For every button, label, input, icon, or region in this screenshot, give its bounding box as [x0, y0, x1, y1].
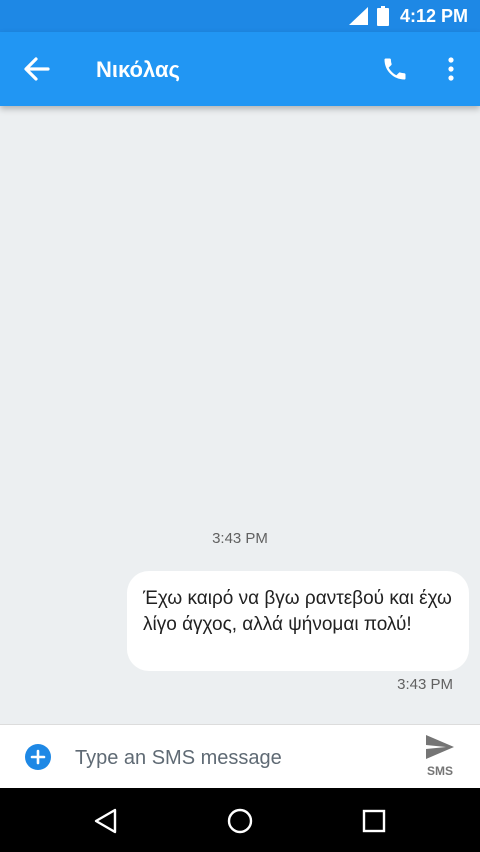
arrow-back-icon[interactable]: [22, 55, 52, 88]
send-button[interactable]: SMS: [418, 733, 462, 783]
status-time: 4:12 PM: [399, 6, 468, 26]
compose-bar: SMS: [0, 724, 480, 788]
back-triangle-icon[interactable]: [93, 807, 119, 840]
message-timestamp: 3:43 PM: [397, 676, 453, 693]
send-label: SMS: [426, 764, 453, 778]
add-circle-icon[interactable]: [25, 744, 51, 775]
status-bar: 4:12 PM: [0, 0, 480, 32]
home-circle-icon[interactable]: [226, 807, 254, 840]
phone-icon[interactable]: [381, 55, 409, 88]
more-vert-icon[interactable]: [439, 55, 463, 88]
sms-message-input[interactable]: [75, 745, 395, 771]
contact-name: Νικόλας: [96, 57, 180, 82]
outgoing-message-bubble[interactable]: Έχω καιρό να βγω ραντεβού και έχω λίγο ά…: [127, 571, 469, 671]
system-nav-bar: [0, 788, 480, 852]
battery-icon: [377, 6, 389, 31]
recents-square-icon[interactable]: [361, 807, 387, 840]
cell-signal-icon: [347, 6, 369, 31]
conversation-timestamp: 3:43 PM: [212, 530, 268, 547]
send-icon: [424, 735, 456, 765]
messaging-screen: 4:12 PM Νικόλας 3:43 PM Έχω καιρό να βγω…: [0, 0, 480, 852]
app-bar: Νικόλας: [0, 32, 480, 106]
